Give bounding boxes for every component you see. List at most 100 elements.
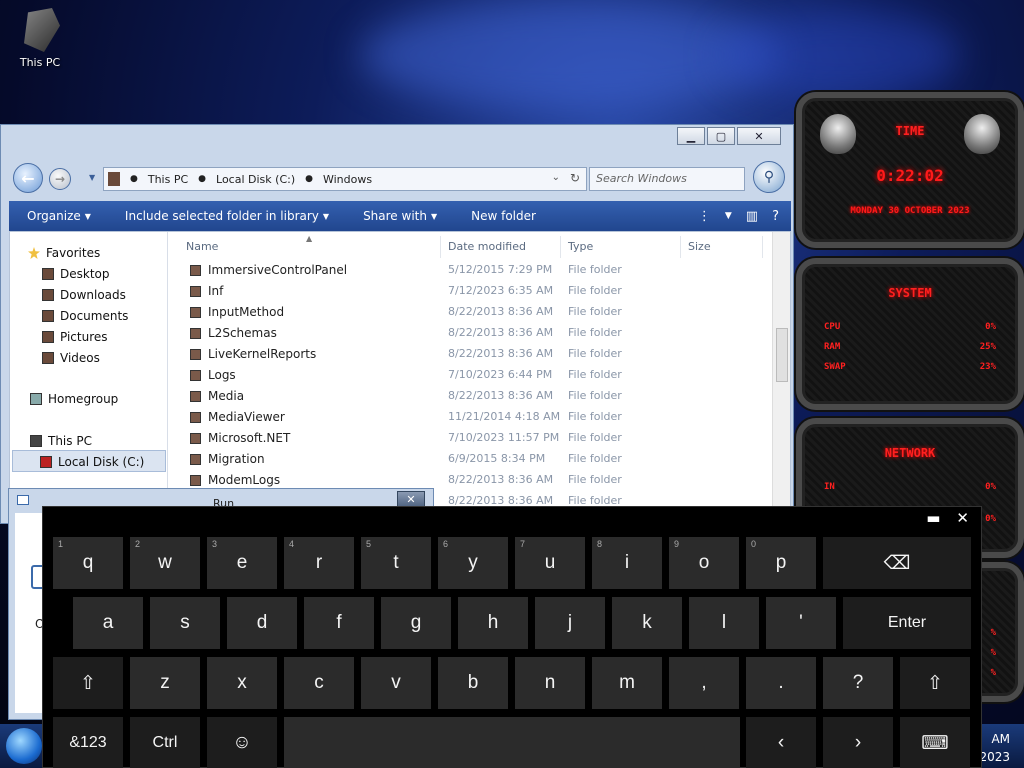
key-row2-9[interactable]: ' (766, 597, 836, 649)
key-row2-0[interactable]: a (73, 597, 143, 649)
file-row[interactable]: InputMethod 8/22/2013 8:36 AM File folder (168, 302, 772, 323)
minimize-button[interactable]: ▁ (677, 127, 705, 145)
run-close-button[interactable]: ✕ (397, 491, 425, 507)
left-arrow-key[interactable]: ‹ (746, 717, 816, 768)
key-row3-6[interactable]: m (592, 657, 662, 709)
close-button[interactable]: ✕ (737, 127, 781, 145)
key-e[interactable]: 3e (207, 537, 277, 589)
forward-arrow-icon[interactable]: → (49, 168, 71, 190)
file-row[interactable]: LiveKernelReports 8/22/2013 8:36 AM File f… (168, 344, 772, 365)
keyboard-layout-key[interactable]: ⌨ (900, 717, 970, 768)
nav-pictures[interactable]: Pictures (42, 330, 108, 344)
file-row[interactable]: Media 8/22/2013 8:36 AM File folder (168, 386, 772, 407)
key-row3-9[interactable]: ? (823, 657, 893, 709)
breadcrumb-local-disk[interactable]: Local Disk (C:) (216, 173, 295, 186)
computer-icon (30, 435, 42, 447)
view-dropdown-icon[interactable]: ▼ (725, 211, 732, 221)
search-input[interactable]: Search Windows (589, 167, 745, 191)
key-row3-4[interactable]: b (438, 657, 508, 709)
file-name: Media (208, 389, 245, 403)
homegroup-icon (30, 393, 42, 405)
backspace-key[interactable]: ⌫ (823, 537, 971, 589)
swap-stat: SWAP 23% (824, 362, 996, 372)
space-key[interactable] (284, 717, 740, 768)
key-row2-5[interactable]: h (458, 597, 528, 649)
nav-homegroup[interactable]: Homegroup (30, 392, 118, 406)
key-y[interactable]: 6y (438, 537, 508, 589)
include-in-library-button[interactable]: Include selected folder in library ▼ (107, 209, 345, 223)
file-row[interactable]: Logs 7/10/2023 6:44 PM File folder (168, 365, 772, 386)
column-name[interactable]: Name (186, 240, 218, 253)
this-pc-desktop-icon[interactable]: This PC (12, 8, 68, 69)
key-t[interactable]: 5t (361, 537, 431, 589)
keyboard-close-icon[interactable]: ✕ (956, 509, 969, 527)
keyboard-minimize-icon[interactable]: ▬ (926, 509, 940, 527)
key-row3-5[interactable]: n (515, 657, 585, 709)
key-i[interactable]: 8i (592, 537, 662, 589)
preview-pane-icon[interactable]: ▥ (746, 209, 758, 224)
explorer-titlebar[interactable]: ▁ ▢ ✕ (1, 125, 793, 153)
scrollbar-thumb[interactable] (776, 328, 788, 382)
ctrl-key[interactable]: Ctrl (130, 717, 200, 768)
nav-favorites[interactable]: Favorites (28, 246, 100, 260)
organize-button[interactable]: Organize ▼ (9, 209, 107, 223)
key-row3-2[interactable]: c (284, 657, 354, 709)
key-row3-7[interactable]: , (669, 657, 739, 709)
key-row3-8[interactable]: . (746, 657, 816, 709)
key-row2-6[interactable]: j (535, 597, 605, 649)
key-row2-2[interactable]: d (227, 597, 297, 649)
help-icon[interactable]: ? (772, 209, 779, 224)
key-row3-1[interactable]: x (207, 657, 277, 709)
view-options-icon[interactable]: ⋮ (698, 209, 711, 224)
share-with-button[interactable]: Share with ▼ (345, 209, 453, 223)
key-u[interactable]: 7u (515, 537, 585, 589)
file-row[interactable]: MediaViewer 11/21/2014 4:18 AM File folder (168, 407, 772, 428)
file-row[interactable]: L2Schemas 8/22/2013 8:36 AM File folder (168, 323, 772, 344)
key-o[interactable]: 9o (669, 537, 739, 589)
breadcrumb-windows[interactable]: Windows (323, 173, 372, 186)
key-row2-4[interactable]: g (381, 597, 451, 649)
shift-key-left[interactable]: ⇧ (53, 657, 123, 709)
right-arrow-key[interactable]: › (823, 717, 893, 768)
file-row[interactable]: ImmersiveControlPanel 5/12/2015 7:29 PM Fi… (168, 260, 772, 281)
maximize-button[interactable]: ▢ (707, 127, 735, 145)
vertical-scrollbar[interactable] (772, 232, 790, 522)
new-folder-button[interactable]: New folder (453, 209, 552, 223)
address-bar[interactable]: ● This PC ● Local Disk (C:) ● Windows ⌄ … (103, 167, 587, 191)
nav-downloads[interactable]: Downloads (42, 288, 126, 302)
key-q[interactable]: 1q (53, 537, 123, 589)
file-row[interactable]: Inf 7/12/2023 6:35 AM File folder (168, 281, 772, 302)
key-p[interactable]: 0p (746, 537, 816, 589)
nav-desktop[interactable]: Desktop (42, 267, 110, 281)
file-row[interactable]: Microsoft.NET 7/10/2023 11:57 PM File fold… (168, 428, 772, 449)
search-icon[interactable]: ⚲ (753, 161, 785, 193)
address-dropdown-icon[interactable]: ⌄ (552, 172, 560, 183)
file-row[interactable]: Migration 6/9/2015 8:34 PM File folder (168, 449, 772, 470)
key-row2-1[interactable]: s (150, 597, 220, 649)
recent-pages-chevron-icon[interactable]: ▼ (89, 173, 95, 182)
key-row2-8[interactable]: l (689, 597, 759, 649)
pictures-icon (42, 331, 54, 343)
refresh-icon[interactable]: ↻ (570, 171, 580, 185)
key-row3-3[interactable]: v (361, 657, 431, 709)
nav-documents[interactable]: Documents (42, 309, 128, 323)
key-w[interactable]: 2w (130, 537, 200, 589)
start-button[interactable] (6, 728, 42, 764)
enter-key[interactable]: Enter (843, 597, 971, 649)
symbols-key[interactable]: &123 (53, 717, 123, 768)
back-arrow-icon[interactable]: ← (13, 163, 43, 193)
breadcrumb-this-pc[interactable]: This PC (148, 173, 188, 186)
nav-videos[interactable]: Videos (42, 351, 100, 365)
column-date-modified[interactable]: Date modified (448, 240, 526, 253)
key-r[interactable]: 4r (284, 537, 354, 589)
shift-key-right[interactable]: ⇧ (900, 657, 970, 709)
key-row2-3[interactable]: f (304, 597, 374, 649)
nav-this-pc[interactable]: This PC (30, 434, 92, 448)
column-size[interactable]: Size (688, 240, 711, 253)
emoji-key[interactable]: ☺ (207, 717, 277, 768)
column-type[interactable]: Type (568, 240, 593, 253)
key-row2-7[interactable]: k (612, 597, 682, 649)
videos-icon (42, 352, 54, 364)
key-row3-0[interactable]: z (130, 657, 200, 709)
nav-local-disk[interactable]: Local Disk (C:) (40, 455, 144, 469)
